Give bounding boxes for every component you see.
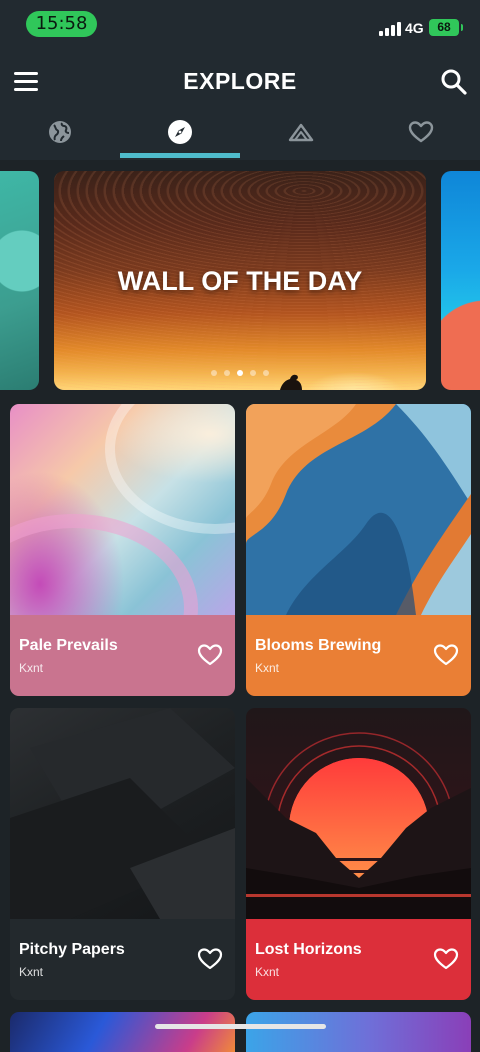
carousel-dot[interactable] [224,370,230,376]
card-info: Pale Prevails Kxnt [10,615,235,696]
signal-icon [379,22,401,36]
tab-bar [0,114,480,160]
wallpaper-author: Kxnt [255,661,280,675]
wallpaper-thumbnail [10,708,235,919]
carousel-dot-active[interactable] [237,370,243,376]
home-indicator[interactable] [155,1024,326,1029]
carousel-next-slide[interactable] [441,171,480,390]
favorite-heart-icon[interactable] [433,947,459,971]
wallpaper-thumbnail [246,708,471,924]
banner-title: WALL OF THE DAY [117,266,363,296]
carousel-dot[interactable] [263,370,269,376]
wallpaper-title: Blooms Brewing [255,637,382,654]
wallpaper-card-partial[interactable] [10,1012,235,1052]
compass-icon [168,120,192,144]
wallpaper-author: Kxnt [19,965,44,979]
app-bar: EXPLORE [0,52,480,160]
favorite-heart-icon[interactable] [197,947,223,971]
network-type: 4G [405,20,424,36]
favorite-heart-icon[interactable] [433,643,459,667]
wallpaper-card[interactable]: Pale Prevails Kxnt [10,404,235,696]
card-info: Blooms Brewing Kxnt [246,615,471,696]
wallpaper-title: Pitchy Papers [19,941,125,958]
active-tab-indicator [120,153,240,158]
mountain-icon [288,123,314,142]
status-bar: 15:58 4G 68 [0,0,480,52]
wallpaper-author: Kxnt [19,661,44,675]
carousel-dot[interactable] [211,370,217,376]
page-title: EXPLORE [183,68,297,94]
carousel-dot[interactable] [250,370,256,376]
wallpaper-thumbnail [246,404,471,615]
status-time: 15:58 [26,11,97,37]
favorite-heart-icon[interactable] [197,643,223,667]
battery-icon: 68 [429,19,463,36]
tab-favorites[interactable] [360,114,480,160]
tab-globe[interactable] [0,114,120,160]
wallpaper-card[interactable]: Pitchy Papers Kxnt [10,708,235,1000]
globe-icon [49,121,71,143]
wallpaper-thumbnail [10,404,235,696]
wallpaper-card[interactable]: Lost Horizons Kxnt [246,708,471,1000]
wallpaper-card-partial[interactable] [246,1012,471,1052]
search-icon[interactable] [440,68,468,96]
card-info: Lost Horizons Kxnt [246,919,471,1000]
heart-icon [408,121,434,143]
wallpaper-card[interactable]: Blooms Brewing Kxnt [246,404,471,696]
person-silhouette [280,374,302,390]
tab-landscape[interactable] [240,114,360,160]
card-info: Pitchy Papers Kxnt [10,919,235,1000]
wall-of-the-day-banner[interactable]: WALL OF THE DAY [54,171,426,390]
wallpaper-author: Kxnt [255,965,280,979]
wallpaper-title: Pale Prevails [19,637,118,654]
carousel-prev-slide[interactable] [0,171,39,390]
wallpaper-title: Lost Horizons [255,941,362,958]
